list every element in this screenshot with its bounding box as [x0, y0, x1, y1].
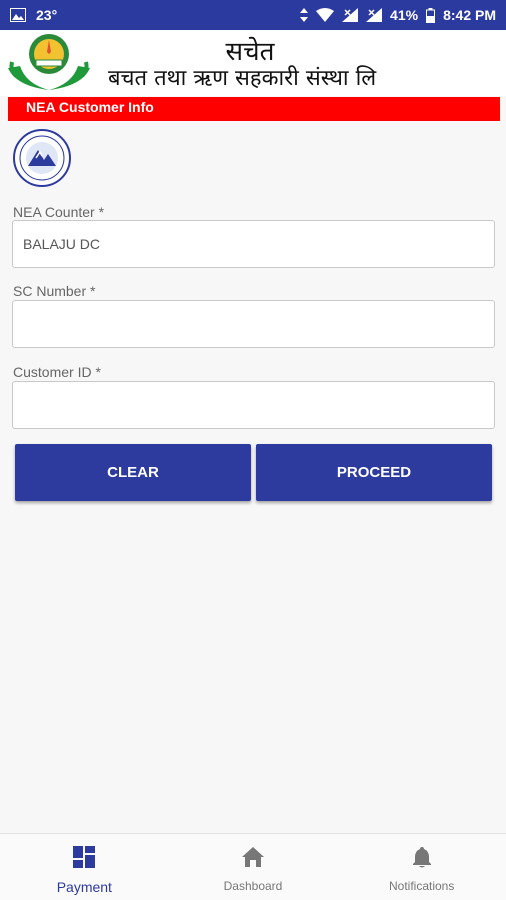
status-right: 41% 8:42 PM	[300, 7, 496, 23]
signal-icon	[342, 8, 359, 22]
wifi-icon	[316, 8, 335, 22]
bell-icon	[411, 846, 433, 873]
nea-counter-label: NEA Counter *	[13, 204, 105, 220]
nea-counter-field[interactable]	[12, 220, 495, 268]
nav-label-notifications: Notifications	[388, 879, 455, 893]
nav-label-payment: Payment	[56, 879, 112, 895]
dashboard-grid-icon	[73, 846, 96, 873]
nea-logo	[12, 128, 72, 188]
org-subname: बचत तथा ऋण सहकारी संस्था लि	[108, 66, 377, 91]
clock-time: 8:42 PM	[443, 7, 496, 23]
bottom-nav: Payment Dashboard Notifications	[0, 833, 506, 900]
battery-percent: 41%	[390, 7, 419, 23]
image-icon	[10, 8, 26, 22]
proceed-button[interactable]: PROCEED	[256, 444, 492, 501]
home-icon	[242, 846, 264, 873]
signal-icon-2	[366, 8, 383, 22]
nav-label-dashboard: Dashboard	[223, 879, 283, 893]
customer-id-label: Customer ID *	[13, 364, 101, 380]
clear-button[interactable]: CLEAR	[15, 444, 251, 501]
data-arrows-icon	[300, 8, 309, 22]
nav-item-dashboard[interactable]: Dashboard	[169, 834, 338, 900]
customer-id-field[interactable]	[12, 381, 495, 429]
info-bar-title: NEA Customer Info	[8, 97, 500, 121]
nav-item-payment[interactable]: Payment	[0, 834, 169, 900]
org-logo	[6, 32, 92, 94]
status-bar: 23° 41% 8:42 PM	[0, 0, 506, 30]
sc-number-label: SC Number *	[13, 283, 96, 299]
battery-icon	[426, 7, 436, 23]
nav-item-notifications[interactable]: Notifications	[337, 834, 506, 900]
status-left: 23°	[10, 7, 57, 23]
sc-number-field[interactable]	[12, 300, 495, 348]
temperature-text: 23°	[36, 7, 58, 23]
